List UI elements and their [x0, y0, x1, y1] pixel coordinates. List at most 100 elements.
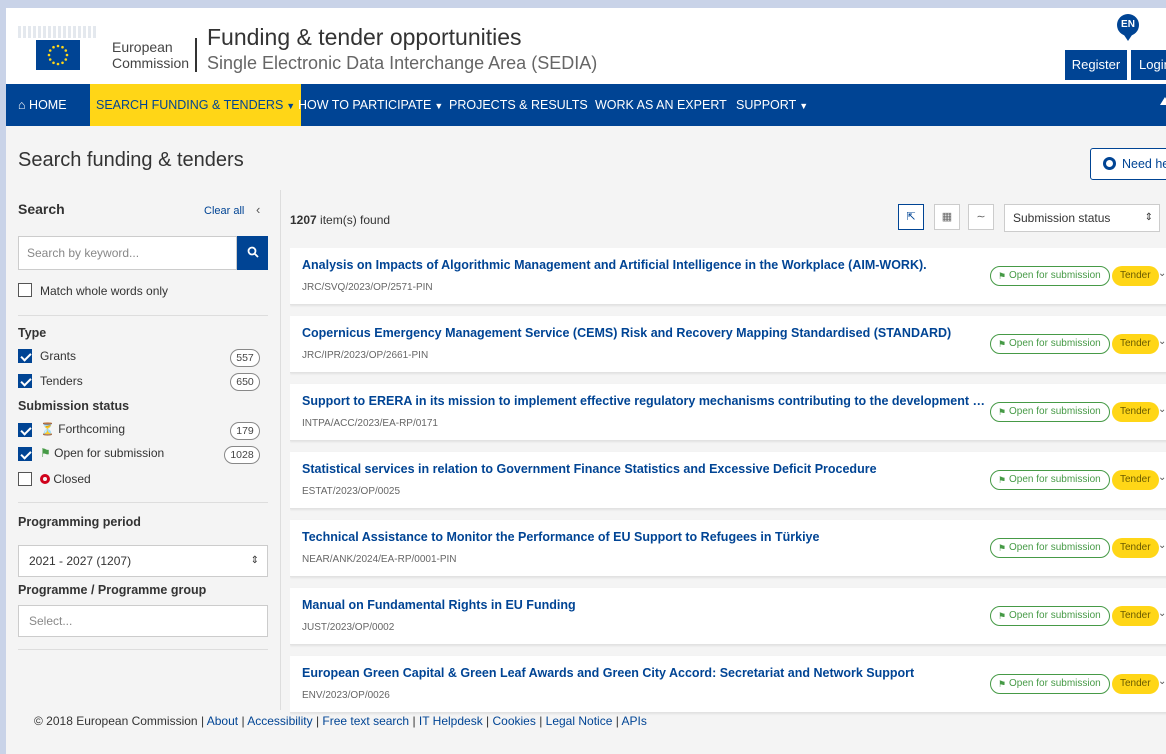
brand-line2: Commission — [112, 55, 190, 71]
chevron-down-icon[interactable]: ⌄ — [1158, 608, 1166, 619]
status-forthcoming-label: ⏳ Forthcoming — [40, 422, 125, 436]
type-grants-label: Grants — [40, 349, 77, 363]
result-card[interactable]: Manual on Fundamental Rights in EU Fundi… — [290, 588, 1166, 645]
result-card[interactable]: Copernicus Emergency Management Service … — [290, 316, 1166, 373]
result-card[interactable]: European Green Capital & Green Leaf Awar… — [290, 656, 1166, 713]
programming-period-select[interactable]: 2021 - 2027 (1207) ⇕ — [18, 545, 268, 577]
site-footer: © 2018 European Commission | About | Acc… — [6, 714, 1166, 754]
chevron-down-icon[interactable]: ⌄ — [1158, 268, 1166, 279]
result-title-link[interactable]: Statistical services in relation to Gove… — [302, 462, 877, 476]
chevron-down-icon[interactable]: ⌄ — [1158, 404, 1166, 415]
result-reference: JRC/IPR/2023/OP/2661-PIN — [302, 350, 429, 361]
nav-home[interactable]: ⌂ HOME — [18, 84, 67, 126]
login-button[interactable]: Login — [1131, 50, 1166, 80]
clear-all-link[interactable]: Clear all — [204, 205, 244, 217]
keyword-search-input[interactable] — [18, 236, 237, 270]
footer-link-it-helpdesk[interactable]: IT Helpdesk — [419, 714, 483, 728]
footer-link-accessibility[interactable]: Accessibility — [247, 714, 312, 728]
nav-how-to-participate[interactable]: HOW TO PARTICIPATE ▼ — [298, 84, 443, 126]
search-button[interactable] — [237, 236, 268, 270]
results-count-suffix: item(s) found — [320, 213, 391, 227]
footer-copyright: © 2018 European Commission — [34, 714, 198, 728]
hourglass-icon: ⏳ — [40, 422, 55, 436]
search-heading: Search — [18, 201, 65, 217]
status-badge: Open for submission — [990, 334, 1110, 354]
status-closed-checkbox[interactable] — [18, 472, 32, 486]
need-help-button[interactable]: Need help? — [1090, 148, 1166, 180]
type-tenders-count: 650 — [230, 373, 260, 391]
site-header: European Commission Funding & tender opp… — [6, 8, 1166, 84]
nav-up-arrow-icon[interactable] — [1160, 97, 1166, 105]
result-title-link[interactable]: Copernicus Emergency Management Service … — [302, 326, 951, 340]
status-badge: Open for submission — [990, 402, 1110, 422]
status-open-checkbox[interactable] — [18, 447, 32, 461]
programming-period-value: 2021 - 2027 (1207) — [29, 554, 132, 568]
chevron-down-icon[interactable]: ⌄ — [1158, 336, 1166, 347]
footer-link-free-text-search[interactable]: Free text search — [322, 714, 409, 728]
programme-select[interactable]: Select... — [18, 605, 268, 637]
nav-home-label: HOME — [29, 98, 67, 112]
site-title[interactable]: Funding & tender opportunities — [207, 24, 522, 51]
closed-text: Closed — [53, 472, 91, 486]
type-tenders-checkbox[interactable] — [18, 374, 32, 388]
chevron-down-icon[interactable]: ⌄ — [1158, 540, 1166, 551]
header-divider — [195, 38, 197, 72]
status-badge: Open for submission — [990, 674, 1110, 694]
page-title: Search funding & tenders — [18, 149, 244, 171]
collapse-sidebar-icon[interactable]: ‹ — [256, 202, 260, 217]
expand-view-button[interactable]: ⇱ — [898, 204, 924, 230]
type-badge: Tender — [1112, 266, 1159, 286]
main-nav: ⌂ HOME SEARCH FUNDING & TENDERS ▼ HOW TO … — [6, 84, 1166, 126]
result-title-link[interactable]: Manual on Fundamental Rights in EU Fundi… — [302, 598, 576, 612]
nav-search-funding[interactable]: SEARCH FUNDING & TENDERS ▼ — [90, 84, 302, 126]
status-badge: Open for submission — [990, 266, 1110, 286]
sort-status-value: Submission status — [1013, 211, 1111, 225]
footer-link-apis[interactable]: APIs — [622, 714, 647, 728]
type-badge: Tender — [1112, 538, 1159, 558]
status-forthcoming-count: 179 — [230, 422, 260, 440]
type-grants-checkbox[interactable] — [18, 349, 32, 363]
expand-icon: ⇱ — [906, 211, 916, 223]
result-title-link[interactable]: European Green Capital & Green Leaf Awar… — [302, 666, 914, 680]
status-badge: Open for submission — [990, 606, 1110, 626]
result-card[interactable]: Statistical services in relation to Gove… — [290, 452, 1166, 509]
result-reference: INTPA/ACC/2023/EA-RP/0171 — [302, 418, 438, 429]
result-reference: ENV/2023/OP/0026 — [302, 690, 390, 701]
type-badge: Tender — [1112, 402, 1159, 422]
sort-status-select[interactable]: Submission status ⇕ — [1004, 204, 1160, 232]
nav-participate-label: HOW TO PARTICIPATE — [298, 98, 432, 112]
result-title-link[interactable]: Analysis on Impacts of Algorithmic Manag… — [302, 258, 927, 272]
nav-work-as-expert[interactable]: WORK AS AN EXPERT — [595, 84, 727, 126]
rss-feed-button[interactable]: ∼ — [968, 204, 994, 230]
nav-projects-results[interactable]: PROJECTS & RESULTS — [449, 84, 588, 126]
match-whole-words-label: Match whole words only — [40, 284, 169, 298]
register-button[interactable]: Register — [1065, 50, 1127, 80]
sidebar-results-divider — [280, 190, 281, 710]
forthcoming-text: Forthcoming — [58, 422, 125, 436]
result-title-link[interactable]: Technical Assistance to Monitor the Perf… — [302, 530, 819, 544]
result-reference: JRC/SVQ/2023/OP/2571-PIN — [302, 282, 433, 293]
chevron-down-icon[interactable]: ⌄ — [1158, 676, 1166, 687]
calendar-view-button[interactable]: ▦ — [934, 204, 960, 230]
footer-link-cookies[interactable]: Cookies — [493, 714, 536, 728]
status-open-label: ⚑ Open for submission — [40, 446, 164, 460]
caret-down-icon: ▼ — [799, 101, 809, 111]
search-icon — [247, 246, 259, 258]
result-card[interactable]: Analysis on Impacts of Algorithmic Manag… — [290, 248, 1166, 305]
chevron-down-icon[interactable]: ⌄ — [1158, 472, 1166, 483]
status-closed-label: Closed — [40, 472, 91, 486]
eu-flag-icon — [36, 40, 80, 70]
lifebuoy-icon — [1103, 157, 1116, 170]
result-title-link[interactable]: Support to ERERA in its mission to imple… — [302, 394, 992, 408]
result-card[interactable]: Support to ERERA in its mission to imple… — [290, 384, 1166, 441]
match-whole-words-checkbox[interactable] — [18, 283, 32, 297]
status-forthcoming-checkbox[interactable] — [18, 423, 32, 437]
language-selector[interactable]: EN — [1117, 14, 1139, 41]
flag-icon: ⚑ — [40, 446, 51, 460]
footer-link-legal-notice[interactable]: Legal Notice — [546, 714, 613, 728]
ec-logo[interactable] — [18, 18, 98, 74]
result-card[interactable]: Technical Assistance to Monitor the Perf… — [290, 520, 1166, 577]
nav-support[interactable]: SUPPORT ▼ — [736, 84, 808, 126]
sidebar-divider — [18, 502, 268, 503]
footer-link-about[interactable]: About — [207, 714, 238, 728]
